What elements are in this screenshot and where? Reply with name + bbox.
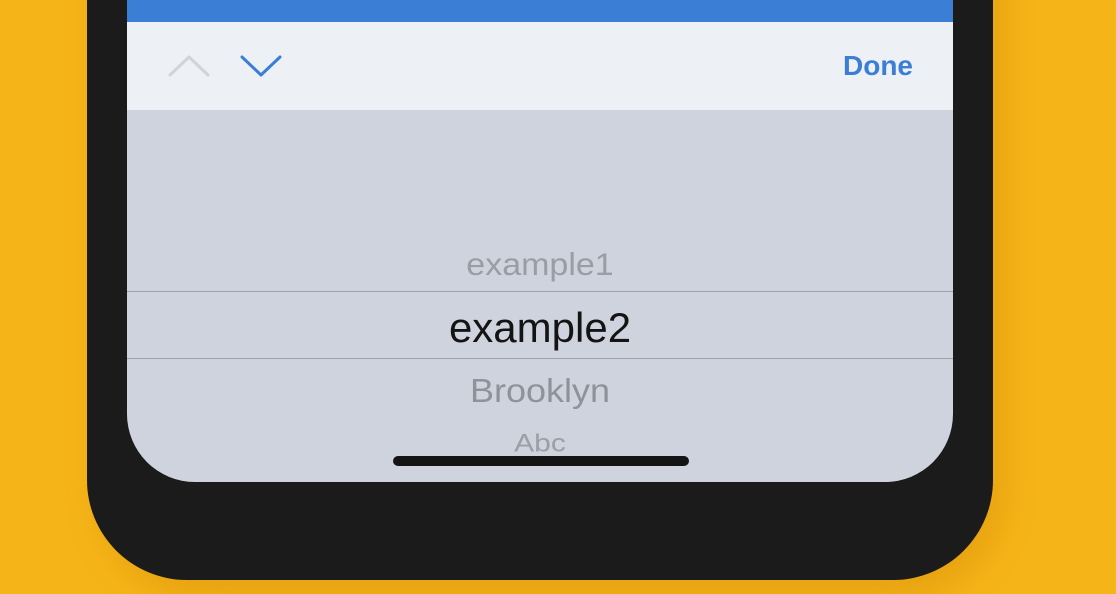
home-indicator[interactable] <box>393 456 689 466</box>
picker-wheel[interactable]: example1 example2 Brooklyn Abc <box>127 110 953 482</box>
phone-frame: Done example1 example2 Brooklyn Abc <box>87 0 993 580</box>
previous-field-button[interactable] <box>165 46 213 86</box>
done-button[interactable]: Done <box>843 48 913 84</box>
picker-option-selected[interactable]: example2 <box>127 303 953 353</box>
picker-option-example1[interactable]: example1 <box>127 245 953 285</box>
chevron-down-icon <box>240 55 282 77</box>
app-header-strip <box>127 0 953 22</box>
chevron-up-icon <box>168 55 210 77</box>
next-field-button[interactable] <box>237 46 285 86</box>
phone-screen: Done example1 example2 Brooklyn Abc <box>127 0 953 482</box>
picker-option-brooklyn[interactable]: Brooklyn <box>127 370 953 412</box>
keyboard-accessory-toolbar: Done <box>127 22 953 110</box>
